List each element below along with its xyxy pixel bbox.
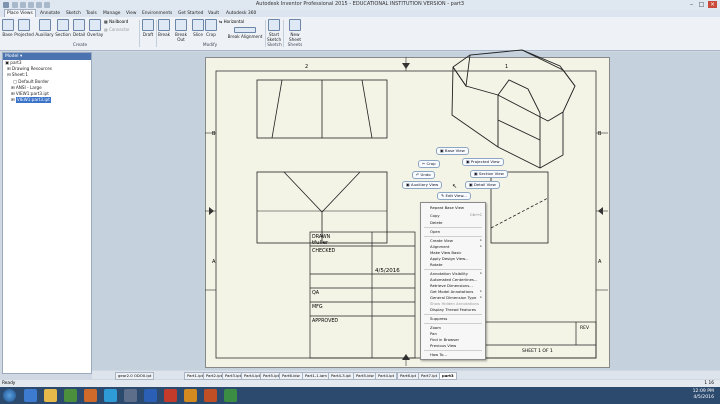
marking-menu-base-view[interactable]: ▣ Base View — [436, 147, 469, 155]
status-bar: Ready 1 16 — [0, 380, 720, 387]
submenu-arrow: ▸ — [480, 295, 482, 299]
title-checked-label: CHECKED — [312, 248, 336, 254]
menu-item-previous-view[interactable]: Previous View — [430, 343, 456, 348]
doc-tab[interactable]: Part6.idw — [279, 372, 303, 380]
title-sheet-label: SHEET 1 OF 1 — [522, 348, 553, 354]
menu-item-zoom[interactable]: Zoom — [430, 325, 441, 330]
menu-item-get-model-annotations[interactable]: Get Model Annotations — [430, 289, 473, 294]
mouse-cursor-icon: ↖ — [452, 183, 458, 190]
start-button-icon[interactable] — [3, 389, 16, 402]
menu-item-alignment[interactable]: Alignment — [430, 244, 449, 249]
zone-label-top-1: 1 — [505, 64, 508, 70]
menu-item-rotate[interactable]: Rotate — [430, 262, 442, 267]
menu-item-automated-centerlines[interactable]: Automated Centerlines... — [430, 277, 478, 282]
title-mfg-label: MFG — [312, 304, 323, 310]
clock-date: 4/5/2016 — [693, 395, 714, 400]
submenu-arrow: ▸ — [480, 244, 482, 248]
menu-separator — [424, 227, 482, 228]
menu-item-make-view-basic[interactable]: Make View Basic — [430, 250, 461, 255]
menu-separator — [424, 269, 482, 270]
isometric-view[interactable] — [451, 49, 576, 169]
media-player-icon[interactable] — [64, 389, 77, 402]
zone-label-right-b: B — [598, 131, 602, 137]
menu-item-general-dimension-type[interactable]: General Dimension Type — [430, 295, 476, 300]
menu-separator — [424, 350, 482, 351]
chrome-icon[interactable] — [104, 389, 117, 402]
menu-item-open[interactable]: Open — [430, 229, 440, 234]
title-drawn-by: tfuller — [312, 240, 329, 246]
submenu-arrow: ▸ — [480, 271, 482, 275]
marking-menu-detail-view[interactable]: ▣ Detail View — [465, 181, 500, 189]
camtasia-icon[interactable] — [224, 389, 237, 402]
doc-tab[interactable]: Part4-3.ipt — [328, 372, 354, 380]
menu-separator — [424, 323, 482, 324]
submenu-arrow: ▸ — [480, 289, 482, 293]
doc-tab[interactable]: gear2.0 ODO0.ipt — [115, 372, 155, 380]
doc-tab[interactable]: Part7.ipt — [418, 372, 441, 380]
doc-tab[interactable]: Part1-1.iam — [302, 372, 330, 380]
menu-item-delete[interactable]: Delete — [430, 220, 442, 225]
firefox-icon[interactable] — [84, 389, 97, 402]
front-view[interactable] — [256, 171, 388, 244]
menu-item-annotation-visibility[interactable]: Annotation Visibility — [430, 271, 468, 276]
menu-item-how-to[interactable]: How To... — [430, 352, 447, 357]
zone-label-right-a: A — [598, 259, 602, 265]
taskbar: 12:09 PM 4/5/2016 — [0, 387, 720, 404]
menu-item-retrieve-dimensions[interactable]: Retrieve Dimensions... — [430, 283, 473, 288]
doc-tab-active[interactable]: part3 — [439, 372, 457, 380]
title-approved-label: APPROVED — [312, 318, 338, 324]
marking-menu-crop[interactable]: ✂ Crop — [418, 160, 440, 168]
title-qa-label: QA — [312, 290, 320, 296]
sheet-border — [215, 70, 597, 359]
marking-menu-section-view[interactable]: ▣ Section View — [470, 170, 508, 178]
drawing-geometry: 2 1 B B A A DRAWN tfuller 4/5/2016 CHECK… — [205, 49, 608, 366]
doc-tab[interactable]: Part6.ipt — [397, 372, 420, 380]
powerpoint-icon[interactable] — [164, 389, 177, 402]
marking-menu-undo[interactable]: ↶ Undo — [412, 171, 435, 179]
menu-separator — [424, 236, 482, 237]
menu-item-find-in-browser[interactable]: Find in Browser — [430, 337, 459, 342]
file-explorer-icon[interactable] — [44, 389, 57, 402]
top-view[interactable] — [256, 79, 388, 139]
title-date: 4/5/2016 — [375, 268, 400, 274]
submenu-arrow: ▸ — [480, 238, 482, 242]
doc-tab[interactable]: Part4.ipt — [375, 372, 398, 380]
menu-separator — [424, 314, 482, 315]
menu-item-suppress[interactable]: Suppress — [430, 316, 447, 321]
zone-label-left-b: B — [212, 131, 216, 137]
doc-tab[interactable]: Part5.idw — [353, 372, 377, 380]
menu-item-apply-design-view[interactable]: Apply Design View... — [430, 256, 469, 261]
document-tabs: gear2.0 ODO0.ipt Part1.ipt Part2.ipt Par… — [92, 371, 720, 380]
zone-label-left-a: A — [212, 259, 216, 265]
menu-item-show-hidden-annotations[interactable]: Show Hidden Annotations — [430, 301, 479, 306]
marking-menu-projected-view[interactable]: ▣ Projected View — [462, 158, 504, 166]
ie-icon[interactable] — [24, 389, 37, 402]
outlook-icon[interactable] — [184, 389, 197, 402]
status-text: Ready — [2, 381, 16, 386]
marking-menu-auxiliary-view[interactable]: ▣ Auxiliary View — [402, 181, 443, 189]
menu-item-copy[interactable]: Copy — [430, 213, 440, 218]
menu-item-pan[interactable]: Pan — [430, 331, 437, 336]
context-menu: Repeat Base View Copy Ctrl+C Delete Open … — [420, 202, 486, 360]
status-counts: 1 16 — [704, 381, 714, 386]
system-clock[interactable]: 12:09 PM 4/5/2016 — [693, 389, 714, 401]
shortcut-copy: Ctrl+C — [470, 213, 482, 217]
menu-item-repeat-base-view[interactable]: Repeat Base View — [430, 205, 464, 210]
inventor-icon[interactable] — [204, 389, 217, 402]
zone-label-top-2: 2 — [305, 64, 308, 70]
marking-menu-edit-view[interactable]: ✎ Edit View... — [437, 192, 471, 200]
app-icon[interactable] — [124, 389, 137, 402]
menu-item-create-view[interactable]: Create View — [430, 238, 453, 243]
menu-item-display-thread-features[interactable]: Display Thread Features — [430, 307, 476, 312]
center-arrows — [209, 63, 603, 360]
title-rev-label: REV — [580, 325, 590, 331]
zone-marks — [205, 57, 608, 366]
word-icon[interactable] — [144, 389, 157, 402]
